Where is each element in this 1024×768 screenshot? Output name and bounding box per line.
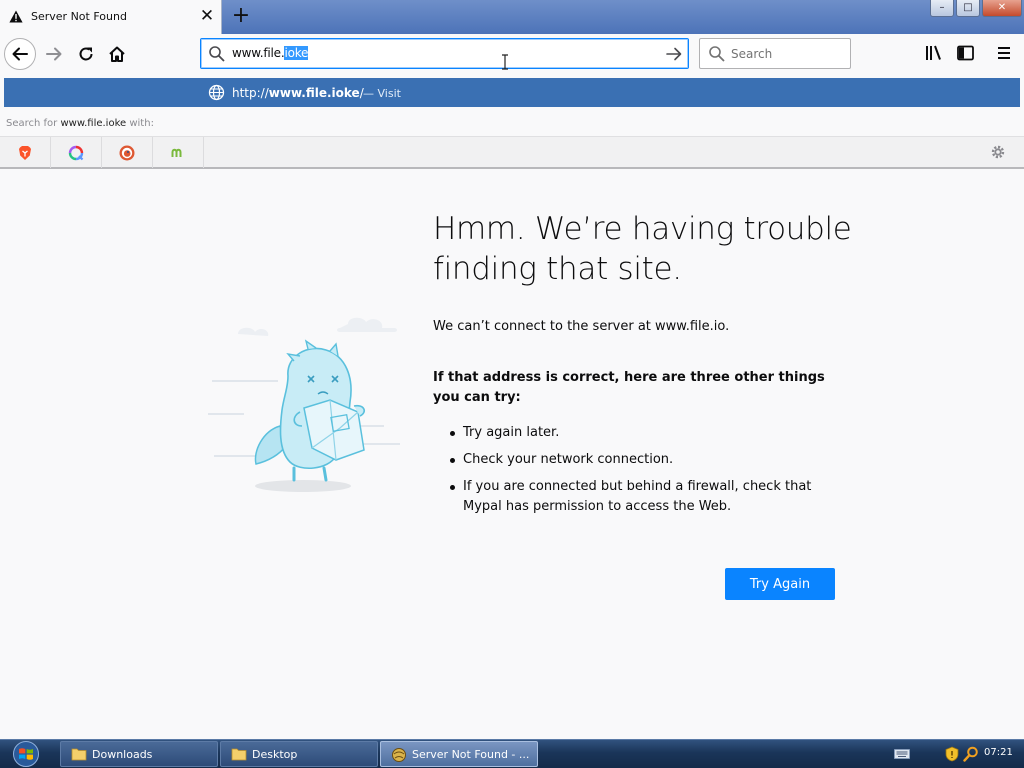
search-engine-mojeek[interactable] bbox=[153, 137, 204, 168]
gear-icon[interactable] bbox=[989, 143, 1007, 161]
suggestion-url-scheme: http:// bbox=[232, 86, 269, 100]
list-item: If you are connected but behind a firewa… bbox=[433, 477, 833, 517]
minimize-button[interactable]: – bbox=[930, 0, 954, 17]
arrow-left-icon bbox=[12, 47, 28, 61]
mojeek-icon bbox=[171, 148, 182, 157]
reload-button[interactable] bbox=[70, 38, 102, 70]
library-icon[interactable] bbox=[924, 44, 944, 62]
search-engine-brave[interactable] bbox=[0, 137, 51, 168]
address-bar-unselected: www.file. bbox=[232, 46, 285, 60]
folder-icon bbox=[71, 748, 87, 761]
reload-icon bbox=[79, 47, 93, 61]
taskbar-item-downloads[interactable]: Downloads bbox=[60, 741, 218, 767]
error-suggestions-intro: If that address is correct, here are thr… bbox=[433, 370, 825, 405]
suggestion-action: — Visit bbox=[363, 87, 401, 100]
search-for-label: Search for www.file.ioke with: bbox=[6, 118, 154, 129]
shield-icon[interactable] bbox=[945, 746, 959, 762]
error-page: Hmm. We’re having trouble finding that s… bbox=[0, 171, 1024, 739]
list-item: Try again later. bbox=[433, 423, 833, 443]
address-bar[interactable]: www.file.ioke bbox=[200, 38, 689, 69]
search-engine-qwant[interactable] bbox=[51, 137, 102, 168]
back-button[interactable] bbox=[4, 38, 36, 70]
error-suggestions-list: Try again later. Check your network conn… bbox=[433, 423, 833, 524]
error-dinosaur-illustration bbox=[208, 317, 400, 492]
duckduckgo-icon bbox=[119, 145, 135, 160]
taskbar-item-browser[interactable]: Server Not Found - ... bbox=[380, 741, 538, 767]
window-close-button[interactable]: ✕ bbox=[982, 0, 1022, 17]
home-button[interactable] bbox=[101, 38, 133, 70]
clock: 07:21 bbox=[984, 747, 1013, 758]
system-tray: 07:21 bbox=[890, 740, 1024, 768]
search-icon bbox=[709, 46, 725, 62]
forward-button[interactable] bbox=[38, 38, 70, 70]
tab-strip: Server Not Found ✕ + – □ ✕ bbox=[0, 0, 1024, 34]
url-suggestion-visit[interactable]: http://www.file.ioke/ — Visit bbox=[4, 78, 1020, 107]
one-off-search-header: Search for www.file.ioke with: bbox=[0, 112, 1024, 136]
search-icon[interactable] bbox=[963, 746, 979, 762]
error-title: Hmm. We’re having trouble finding that s… bbox=[433, 211, 852, 287]
windows-start-icon[interactable] bbox=[6, 740, 46, 768]
folder-icon bbox=[231, 748, 247, 761]
home-icon bbox=[109, 46, 125, 62]
try-again-button[interactable]: Try Again bbox=[725, 568, 835, 600]
tab-server-not-found[interactable]: Server Not Found ✕ bbox=[0, 0, 222, 34]
list-item: Check your network connection. bbox=[433, 450, 833, 470]
keyboard-icon[interactable] bbox=[894, 748, 910, 760]
qwant-icon bbox=[68, 145, 84, 160]
taskbar-item-label: Server Not Found - ... bbox=[412, 748, 530, 761]
search-for-term: www.file.ioke bbox=[60, 118, 127, 129]
taskbar: Downloads Desktop Server Not Found - ...… bbox=[0, 739, 1024, 768]
suggestion-url: http://www.file.ioke/ bbox=[232, 86, 364, 100]
one-off-search-engines bbox=[0, 136, 1024, 169]
browser-icon bbox=[392, 748, 406, 762]
search-bar[interactable]: Search bbox=[699, 38, 851, 69]
address-bar-text: www.file.ioke bbox=[232, 46, 308, 60]
restore-button[interactable]: □ bbox=[956, 0, 980, 17]
warning-icon bbox=[9, 10, 23, 23]
sidebar-toggle-icon[interactable] bbox=[956, 44, 976, 62]
search-placeholder: Search bbox=[731, 47, 773, 61]
brave-icon bbox=[19, 145, 31, 160]
search-for-prefix: Search for bbox=[6, 118, 61, 129]
taskbar-item-desktop[interactable]: Desktop bbox=[220, 741, 378, 767]
new-tab-button[interactable]: + bbox=[231, 5, 251, 27]
text-cursor-icon bbox=[502, 54, 508, 70]
suggestion-url-host: www.file.ioke bbox=[268, 86, 360, 100]
tab-title: Server Not Found bbox=[31, 10, 127, 23]
tab-close-icon[interactable]: ✕ bbox=[199, 8, 215, 25]
search-for-suffix: with: bbox=[126, 118, 154, 129]
search-engine-duckduckgo[interactable] bbox=[102, 137, 153, 168]
error-short-description: We can’t connect to the server at www.fi… bbox=[433, 319, 730, 334]
globe-icon bbox=[208, 84, 225, 101]
taskbar-item-label: Downloads bbox=[92, 748, 153, 761]
address-bar-selection: ioke bbox=[284, 46, 309, 60]
arrow-right-icon bbox=[46, 47, 62, 61]
go-arrow-icon[interactable] bbox=[664, 44, 684, 64]
search-icon bbox=[209, 46, 225, 62]
taskbar-item-label: Desktop bbox=[252, 748, 298, 761]
window-controls: – □ ✕ bbox=[930, 0, 1022, 18]
hamburger-menu-icon[interactable] bbox=[995, 44, 1013, 62]
